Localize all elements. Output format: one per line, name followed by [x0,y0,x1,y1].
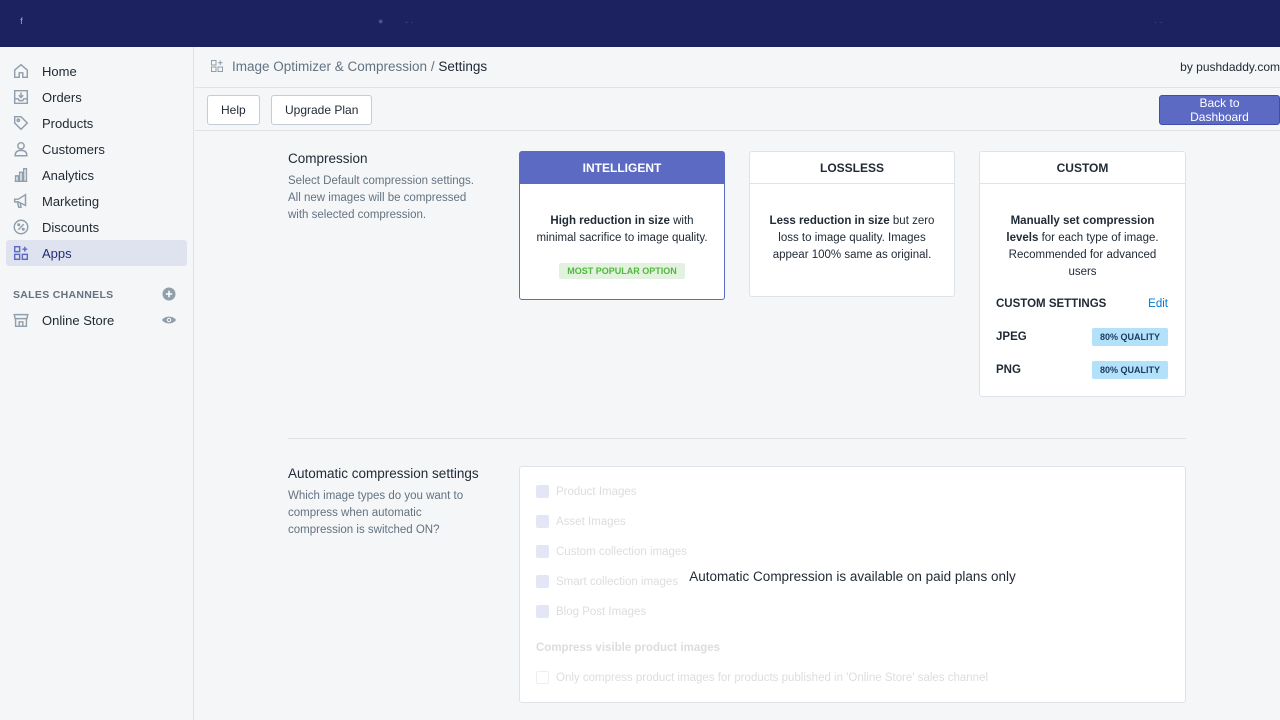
orders-icon [11,87,31,107]
option-asset-images: Asset Images [536,515,626,528]
breadcrumb-current: Settings [438,59,488,74]
option-visible-only: Only compress product images for product… [536,671,988,684]
sidebar-item-label: Discounts [42,219,100,235]
person-icon [11,139,31,159]
search-dot-icon: ● [378,16,384,26]
tag-icon [11,113,31,133]
upgrade-plan-button[interactable]: Upgrade Plan [271,95,373,125]
intelligent-option-card[interactable]: INTELLIGENT High reduction in size with … [519,151,725,300]
checkbox [536,545,549,558]
option-label: Asset Images [556,515,626,528]
app-icon [211,60,223,72]
paid-plans-message: Automatic Compression is available on pa… [689,569,1016,584]
option-product-images: Product Images [536,485,637,498]
home-icon [11,61,31,81]
compression-title: Compression [288,151,368,166]
automatic-compression-card: Product Images Asset Images Custom colle… [519,466,1186,703]
store-logo[interactable]: ᶠ [20,15,23,30]
sidebar-item-online-store[interactable]: Online Store [6,307,187,333]
breadcrumb: Image Optimizer & Compression / Settings [232,59,487,74]
option-custom-collection-images: Custom collection images [536,545,687,558]
sidebar-item-label: Customers [42,141,105,157]
sidebar-item-label: Marketing [42,193,100,209]
sidebar-item-home[interactable]: Home [6,58,187,84]
sidebar-item-label: Analytics [42,167,95,183]
eye-icon[interactable] [161,314,177,326]
edit-custom-settings-link[interactable]: Edit [1148,298,1168,310]
intelligent-title: INTELLIGENT [520,152,724,184]
sidebar: Home Orders Products Customers Analytics… [0,47,194,720]
toolbar: Help Upgrade Plan Back to Dashboard [195,88,1280,131]
discount-icon [11,217,31,237]
intelligent-bold: High reduction in size [550,215,670,227]
png-label: PNG [996,364,1021,376]
automatic-compression-title: Automatic compression settings [288,466,479,481]
jpeg-label: JPEG [996,331,1027,343]
custom-option-card[interactable]: CUSTOM Manually set compression levels f… [979,151,1186,397]
back-to-dashboard-button[interactable]: Back to Dashboard [1159,95,1280,125]
automatic-compression-description: Which image types do you want to compres… [288,490,464,536]
png-quality-row: PNG 80% QUALITY [996,361,1168,379]
developer-credit[interactable]: by pushdaddy.com [1180,60,1280,74]
custom-description: Manually set compression levels for each… [980,213,1185,281]
sidebar-item-label: Online Store [42,312,115,328]
sidebar-item-products[interactable]: Products [6,110,187,136]
lossless-title: LOSSLESS [750,152,954,184]
option-label: Blog Post Images [556,605,647,618]
bar-chart-icon [11,165,31,185]
help-button[interactable]: Help [207,95,260,125]
lossless-bold: Less reduction in size [769,215,890,227]
apps-icon [11,243,31,263]
most-popular-badge: MOST POPULAR OPTION [559,263,685,279]
custom-title: CUSTOM [980,152,1185,184]
sidebar-item-label: Home [42,63,77,79]
breadcrumb-separator: / [430,59,435,74]
checkbox [536,515,549,528]
breadcrumb-app[interactable]: Image Optimizer & Compression [232,59,427,74]
account-dot-icon: · · [1154,17,1163,27]
option-blog-post-images: Blog Post Images [536,605,646,618]
option-label: Custom collection images [556,545,688,558]
png-quality-badge: 80% QUALITY [1091,361,1168,379]
checkbox [536,605,549,618]
top-bar: ᶠ ● - · · · [0,0,1280,47]
custom-settings-row: CUSTOM SETTINGS Edit [996,298,1168,310]
sidebar-item-label: Orders [42,89,82,105]
lossless-option-card[interactable]: LOSSLESS Less reduction in size but zero… [749,151,955,297]
search-dot-icon: - · [405,17,414,27]
megaphone-icon [11,191,31,211]
sidebar-item-orders[interactable]: Orders [6,84,187,110]
sidebar-item-marketing[interactable]: Marketing [6,188,187,214]
option-label: Only compress product images for product… [556,671,989,684]
compression-description: Select Default compression settings. All… [288,175,475,221]
store-icon [11,310,31,330]
sidebar-item-analytics[interactable]: Analytics [6,162,187,188]
visible-images-title: Compress visible product images [536,642,721,654]
lossless-description: Less reduction in size but zero loss to … [750,213,954,264]
option-label: Product Images [556,485,637,498]
sidebar-item-customers[interactable]: Customers [6,136,187,162]
sidebar-item-label: Products [42,115,94,131]
page-header: Image Optimizer & Compression / Settings… [195,47,1280,88]
intelligent-description: High reduction in size with minimal sacr… [520,213,724,247]
add-channel-icon[interactable] [162,287,176,301]
sales-channels-title: SALES CHANNELS [13,289,114,301]
jpeg-quality-row: JPEG 80% QUALITY [996,328,1168,346]
custom-settings-label: CUSTOM SETTINGS [996,298,1107,310]
checkbox [536,671,549,684]
checkbox [536,485,549,498]
sidebar-item-label: Apps [42,245,72,261]
section-divider [288,438,1186,439]
sidebar-item-discounts[interactable]: Discounts [6,214,187,240]
sidebar-item-apps[interactable]: Apps [6,240,187,266]
jpeg-quality-badge: 80% QUALITY [1091,328,1168,346]
